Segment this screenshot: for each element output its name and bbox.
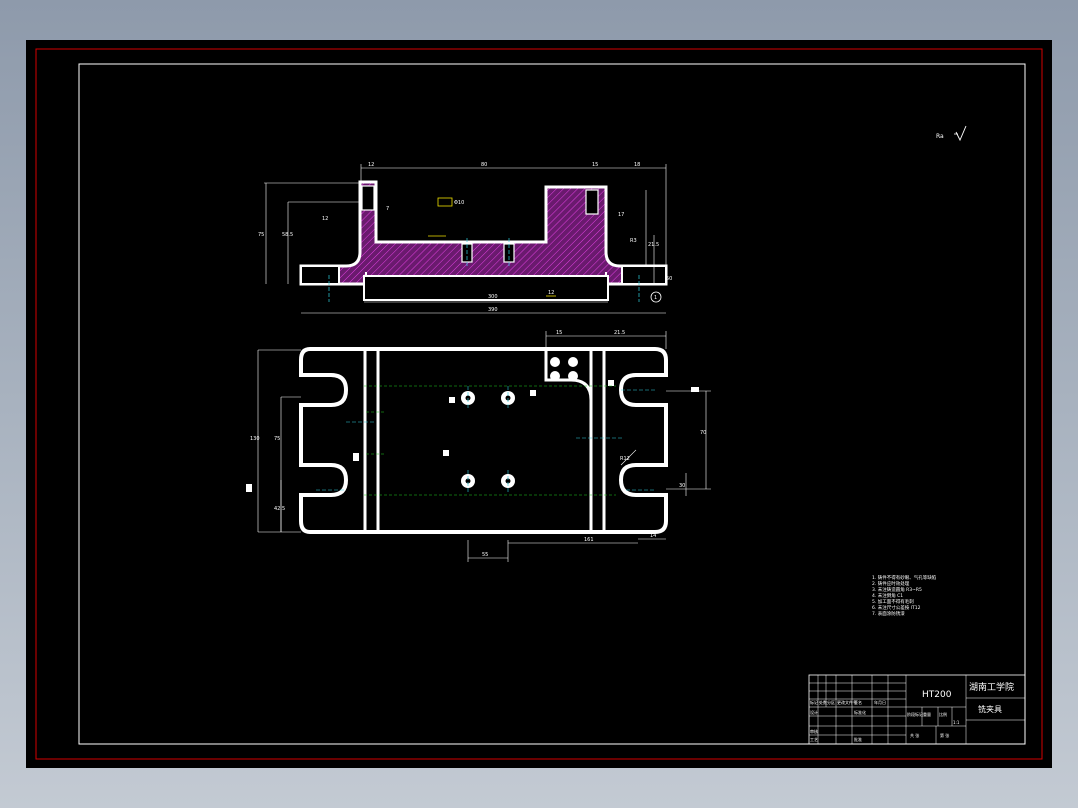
svg-text:58.5: 58.5 [282, 232, 293, 238]
svg-text:75: 75 [274, 436, 280, 442]
svg-text:80: 80 [481, 162, 487, 168]
svg-text:年月日: 年月日 [874, 699, 886, 705]
svg-text:Φ10: Φ10 [454, 200, 464, 206]
svg-text:15: 15 [592, 162, 598, 168]
mounting-holes [461, 391, 515, 488]
section-body [299, 180, 668, 286]
svg-text:30: 30 [679, 483, 685, 489]
svg-text:R12: R12 [620, 456, 630, 462]
svg-text:比例: 比例 [939, 711, 947, 717]
svg-text:12: 12 [548, 290, 554, 296]
item-balloon: 1 [650, 291, 662, 303]
note-line: 7. 表面涂防锈漆 [872, 610, 905, 617]
plan-view[interactable]: 130 75 42.5 15 21.5 70 30 55 161 14 R12 [246, 330, 711, 562]
svg-text:审核: 审核 [810, 728, 818, 734]
svg-text:工艺: 工艺 [810, 737, 818, 742]
drawing-canvas[interactable]: Ra 80 12 15 18 75 58.5 12 7 Φ10 300 390 … [26, 40, 1052, 768]
section-view[interactable]: 80 12 15 18 75 58.5 12 7 Φ10 300 390 17 … [258, 162, 672, 314]
note-line: 1. 铸件不得有砂眼、气孔等缺陷 [872, 574, 937, 581]
svg-text:重量: 重量 [923, 711, 931, 717]
drawing-name-label: 铣夹具 [978, 704, 1002, 714]
svg-text:Ra: Ra [936, 133, 944, 140]
svg-text:14: 14 [650, 533, 656, 539]
svg-text:12: 12 [368, 162, 374, 168]
hole-cluster [550, 357, 578, 381]
note-line: 6. 未注尺寸公差按 IT12 [872, 604, 921, 611]
svg-text:300: 300 [488, 294, 498, 300]
svg-text:17: 17 [618, 212, 624, 218]
institution-label: 湖南工学院 [969, 681, 1014, 693]
svg-text:设计: 设计 [810, 709, 818, 715]
note-line: 4. 未注倒角 C1 [872, 592, 903, 599]
svg-text:批准: 批准 [854, 736, 862, 742]
plan-dimensions [257, 331, 711, 562]
material-label: HT200 [922, 690, 952, 700]
svg-text:处数: 处数 [819, 699, 827, 705]
svg-text:161: 161 [584, 537, 594, 543]
svg-text:第 张: 第 张 [940, 732, 949, 738]
svg-text:阶段标记: 阶段标记 [907, 711, 923, 717]
svg-text:42.5: 42.5 [274, 506, 285, 512]
plan-outline [299, 347, 668, 534]
svg-text:标记: 标记 [810, 699, 818, 705]
svg-text:18: 18 [634, 162, 640, 168]
svg-text:12: 12 [322, 216, 328, 222]
svg-text:标准化: 标准化 [854, 709, 866, 715]
svg-text:130: 130 [250, 436, 260, 442]
surface-roughness-symbol: Ra [936, 125, 967, 142]
cad-viewport[interactable]: Ra 80 12 15 18 75 58.5 12 7 Φ10 300 390 … [26, 40, 1052, 768]
sheet-border-inner [78, 63, 1026, 745]
section-inner-slot [363, 275, 609, 301]
svg-text:签名: 签名 [854, 699, 862, 705]
note-line: 2. 铸件应时效处理 [872, 580, 910, 587]
technical-notes: 1. 铸件不得有砂眼、气孔等缺陷2. 铸件应时效处理3. 未注铸造圆角 R3~R… [872, 574, 937, 617]
svg-text:21.5: 21.5 [648, 242, 659, 248]
svg-text:21.5: 21.5 [614, 330, 625, 336]
sheet-border-outer [35, 48, 1043, 760]
svg-text:共 张: 共 张 [910, 732, 919, 738]
svg-text:1: 1 [654, 295, 657, 301]
svg-text:分区: 分区 [827, 699, 835, 705]
svg-text:50: 50 [666, 276, 672, 282]
svg-text:R3: R3 [630, 238, 637, 244]
svg-text:390: 390 [488, 307, 498, 313]
note-line: 3. 未注铸造圆角 R3~R5 [872, 586, 922, 593]
svg-text:55: 55 [482, 552, 488, 558]
title-block-small-text: 标记 处数 分区 更改文件号 签名 年月日 设计 标准化 阶段标记 重量 比例 … [810, 699, 960, 742]
center-lines [364, 385, 616, 496]
svg-text:70: 70 [700, 430, 706, 436]
svg-text:7: 7 [386, 206, 389, 212]
svg-text:15: 15 [556, 330, 562, 336]
svg-text:1:1: 1:1 [953, 720, 960, 725]
note-line: 5. 加工面不得有毛刺 [872, 598, 914, 605]
title-block[interactable]: HT200 湖南工学院 铣夹具 标记 处数 分区 更改文件号 签名 年月日 设计… [808, 674, 1026, 745]
svg-text:75: 75 [258, 232, 264, 238]
